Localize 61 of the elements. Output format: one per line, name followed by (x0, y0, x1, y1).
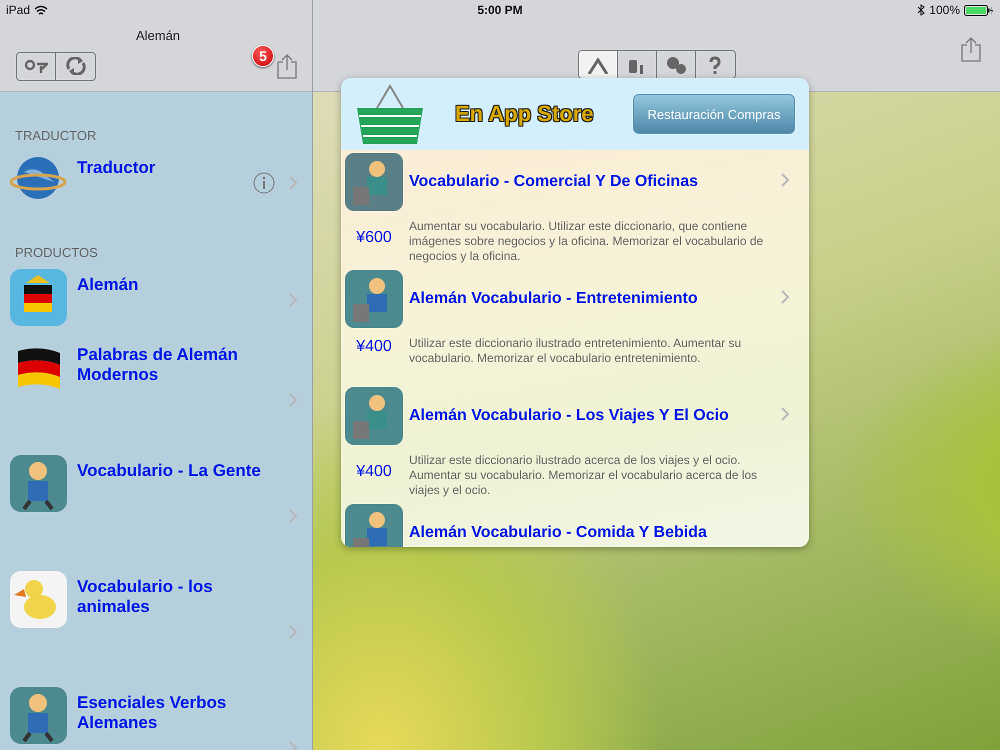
chevron-icon (781, 290, 790, 304)
list-item[interactable]: Esenciales Verbos Alemanes (0, 683, 312, 750)
item-title: Vocabulario - La Gente (77, 461, 261, 481)
chevron-icon (289, 509, 298, 523)
price: ¥400 (355, 462, 393, 480)
info-icon[interactable] (253, 172, 275, 194)
item-title: Alemán (77, 275, 138, 295)
chevron-icon (289, 293, 298, 307)
product-icon (345, 387, 403, 445)
basket-icon (355, 82, 425, 146)
item-title: Traductor (77, 158, 156, 178)
segmented-control[interactable] (16, 52, 96, 80)
product-title: Alemán Vocabulario - Los Viajes Y El Ocio (409, 407, 730, 425)
product-title: Alemán Vocabulario - Comida Y Bebida (409, 524, 708, 542)
list-item[interactable]: Vocabulario - los animales (0, 567, 312, 683)
popover-title: En App Store (455, 101, 594, 127)
item-title: Esenciales Verbos Alemanes (77, 693, 228, 733)
price: ¥600 (355, 228, 393, 246)
list-item[interactable]: Palabras de Alemán Modernos (0, 335, 312, 451)
product-description: Utilizar este diccionario ilustrado acerca de los viajes y el ocio. Aumentar su vocabulario. Memorizar el vocabulario acerca de los viajes y el ocio. (409, 452, 758, 498)
battery-percent: 100% (929, 3, 960, 17)
app-icon (10, 455, 67, 512)
section-header: PRODUCTOS (14, 245, 99, 262)
list-item[interactable]: Vocabulario - La Gente (0, 451, 312, 567)
sync-icon (64, 57, 86, 75)
chevron-icon (781, 172, 790, 186)
share-icon (277, 53, 297, 79)
chevron-icon (289, 176, 298, 190)
item-title: Palabras de Alemán Modernos (77, 345, 239, 385)
battery-icon (964, 4, 994, 16)
product-icon (345, 504, 403, 547)
product-row[interactable]: Alemán Vocabulario - Los Viajes Y El Ocio ¥400 Utilizar este diccionario ilustrado acerca de los viajes y el ocio. Aumentar su vocabulario. Memorizar el vocabulario acerca de los viajes y el ocio. (341, 384, 809, 501)
chevron-icon (781, 406, 790, 420)
product-description: Utilizar este diccionario ilustrado entretenimiento. Aumentar su vocabulario. Memorizar el vocabulario entretenimiento. (409, 335, 742, 366)
chevron-icon (289, 393, 298, 407)
home-icon (586, 56, 608, 74)
notification-badge: 5 (252, 45, 274, 67)
product-title: Vocabulario - Comercial Y De Oficinas (409, 173, 699, 191)
product-row[interactable]: Alemán Vocabulario - Entretenimiento ¥400 Utilizar este diccionario ilustrado entretenimiento. Aumentar su vocabulario. Memorizar el vocabulario entretenimiento. (341, 267, 809, 384)
chevron-icon (289, 625, 298, 639)
segment-tab[interactable] (578, 51, 618, 78)
product-description: Aumentar su vocabulario. Utilizar este diccionario, que contiene imágenes sobre negocios y la oficina. Memorizar el vocabulario de negocios y la oficina. (409, 218, 764, 264)
app-icon (10, 269, 67, 326)
app-icon (10, 687, 67, 744)
product-icon (345, 270, 403, 328)
section-header: TRADUCTOR (14, 128, 98, 145)
product-row[interactable]: Vocabulario - Comercial Y De Oficinas ¥600 Aumentar su vocabulario. Utilizar este diccionario, que contiene imágenes sobre negocios y la oficina. Memorizar el vocabulario de negocios y la oficina. (341, 150, 809, 267)
product-row[interactable]: Alemán Vocabulario - Comida Y Bebida (341, 501, 809, 547)
item-title: Vocabulario - los animales (77, 577, 214, 617)
product-icon (345, 153, 403, 211)
product-title: Alemán Vocabulario - Entretenimiento (409, 290, 699, 308)
app-icon (10, 571, 67, 628)
clock: 5:00 PM (477, 3, 523, 17)
device-name: iPad (6, 3, 30, 17)
list-item[interactable]: Traductor (0, 148, 312, 236)
wifi-icon (34, 4, 48, 16)
share-icon (961, 36, 981, 62)
nav-title: Alemán (134, 28, 182, 43)
bluetooth-icon (917, 4, 926, 16)
price: ¥400 (355, 338, 393, 356)
list-item[interactable]: Alemán (0, 265, 312, 335)
